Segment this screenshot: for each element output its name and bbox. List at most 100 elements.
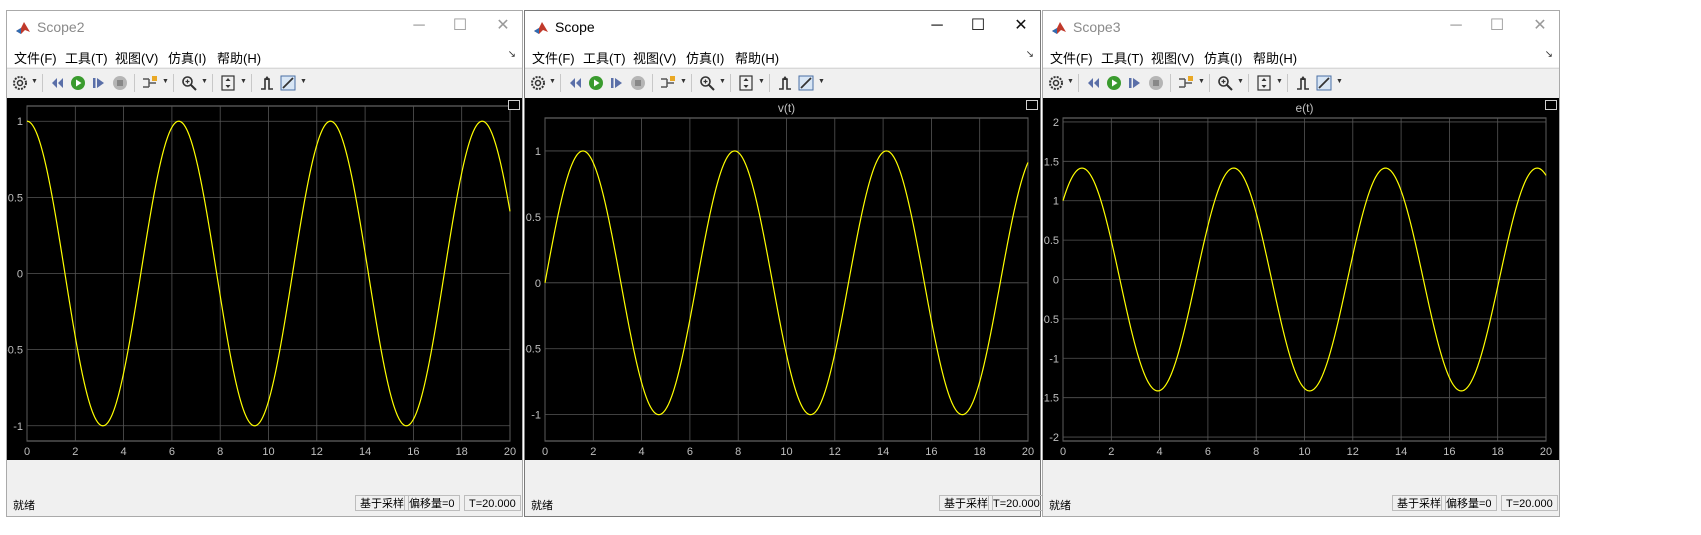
maximize-button[interactable]: ☐	[955, 11, 1001, 41]
highlight-icon[interactable]	[660, 75, 676, 91]
close-button[interactable]: ✕	[998, 11, 1044, 41]
settings-icon[interactable]	[12, 75, 28, 91]
highlight-dropdown-icon[interactable]: ▼	[162, 78, 169, 85]
step-forward-icon[interactable]	[1127, 75, 1143, 91]
highlight-icon[interactable]	[1178, 75, 1194, 91]
autoscale-dropdown-icon[interactable]: ▼	[758, 78, 765, 85]
y-tick-label: 1	[535, 146, 541, 158]
highlight-icon[interactable]	[142, 75, 158, 91]
settings-dropdown-icon[interactable]: ▼	[31, 78, 38, 85]
title-bar[interactable]: Scope ─ ☐ ✕	[525, 11, 1040, 45]
menu-file[interactable]: 文件(F)	[14, 48, 57, 67]
x-tick-label: 0	[1060, 446, 1066, 458]
minimize-button[interactable]: ─	[396, 11, 442, 41]
scope-plot[interactable]: 0 2 4 6 8 10 12 14 16 18 20 2 1.5 1 0.5 0 -0.5 -1 -1.5 -2 e(…	[1040, 98, 1559, 460]
run-icon[interactable]	[1106, 75, 1122, 91]
title-bar[interactable]: Scope2 ─ ☐ ✕	[7, 11, 522, 45]
minimize-button[interactable]: ─	[1433, 11, 1479, 41]
toolbar-overflow-icon[interactable]: ↘	[1026, 49, 1034, 60]
x-tick-label: 16	[1443, 446, 1455, 458]
autoscale-dropdown-icon[interactable]: ▼	[240, 78, 247, 85]
x-tick-label: 14	[877, 446, 889, 458]
settings-dropdown-icon[interactable]: ▼	[1067, 78, 1074, 85]
step-back-icon[interactable]	[1086, 75, 1102, 91]
run-icon[interactable]	[588, 75, 604, 91]
undock-icon[interactable]	[1026, 100, 1038, 110]
zoom-icon[interactable]	[181, 75, 197, 91]
menu-file[interactable]: 文件(F)	[1050, 48, 1093, 67]
menu-view[interactable]: 视图(V)	[115, 48, 158, 67]
measure-dropdown-icon[interactable]: ▼	[1336, 78, 1343, 85]
toolbar-separator	[173, 74, 174, 92]
step-back-icon[interactable]	[568, 75, 584, 91]
step-back-icon[interactable]	[50, 75, 66, 91]
measure-icon[interactable]	[798, 75, 814, 91]
trigger-icon[interactable]	[1295, 75, 1311, 91]
menu-file[interactable]: 文件(F)	[532, 48, 575, 67]
toolbar-separator	[691, 74, 692, 92]
autoscale-icon[interactable]	[738, 75, 754, 91]
menu-simulation[interactable]: 仿真(I)	[1204, 48, 1242, 67]
close-button[interactable]: ✕	[1517, 11, 1563, 41]
trigger-icon[interactable]	[259, 75, 275, 91]
x-tick-label: 18	[974, 446, 986, 458]
status-bar: 就绪 基于采样 偏移量=0 T=20.000	[7, 492, 522, 516]
run-icon[interactable]	[70, 75, 86, 91]
menu-tools[interactable]: 工具(T)	[583, 48, 626, 67]
autoscale-dropdown-icon[interactable]: ▼	[1276, 78, 1283, 85]
y-tick-label: 0	[1053, 275, 1059, 287]
y-tick-label: 0.5	[1044, 235, 1059, 247]
matlab-logo-icon	[1051, 20, 1067, 36]
undock-icon[interactable]	[1545, 100, 1557, 110]
scope-plot[interactable]: 0 2 4 6 8 10 12 14 16 18 20 1 0.5 0 -0.5 -1 v(t)	[522, 98, 1040, 460]
highlight-dropdown-icon[interactable]: ▼	[680, 78, 687, 85]
measure-icon[interactable]	[1316, 75, 1332, 91]
menu-view[interactable]: 视图(V)	[1151, 48, 1194, 67]
highlight-dropdown-icon[interactable]: ▼	[1198, 78, 1205, 85]
settings-icon[interactable]	[530, 75, 546, 91]
zoom-dropdown-icon[interactable]: ▼	[1237, 78, 1244, 85]
settings-dropdown-icon[interactable]: ▼	[549, 78, 556, 85]
menu-view[interactable]: 视图(V)	[633, 48, 676, 67]
y-tick-label: 1	[17, 116, 23, 128]
undock-icon[interactable]	[508, 100, 520, 110]
menu-help[interactable]: 帮助(H)	[1253, 48, 1297, 67]
step-forward-icon[interactable]	[609, 75, 625, 91]
measure-icon[interactable]	[280, 75, 296, 91]
measure-dropdown-icon[interactable]: ▼	[818, 78, 825, 85]
menu-tools[interactable]: 工具(T)	[65, 48, 108, 67]
menu-simulation[interactable]: 仿真(I)	[168, 48, 206, 67]
zoom-icon[interactable]	[1217, 75, 1233, 91]
stop-icon[interactable]	[1148, 75, 1164, 91]
menu-bar: 文件(F) 工具(T) 视图(V) 仿真(I) 帮助(H) ↘	[7, 45, 522, 67]
scope-plot[interactable]: 0 2 4 6 8 10 12 14 16 18 20 1 0.5 0 -0.5 -1	[4, 98, 522, 460]
x-tick-label: 20	[1022, 446, 1034, 458]
x-tick-label: 18	[1492, 446, 1504, 458]
toolbar-overflow-icon[interactable]: ↘	[508, 49, 516, 60]
close-button[interactable]: ✕	[480, 11, 526, 41]
x-tick-label: 2	[590, 446, 596, 458]
minimize-button[interactable]: ─	[914, 11, 960, 41]
maximize-button[interactable]: ☐	[1474, 11, 1520, 41]
stop-icon[interactable]	[112, 75, 128, 91]
stop-icon[interactable]	[630, 75, 646, 91]
title-bar[interactable]: Scope3 ─ ☐ ✕	[1043, 11, 1559, 45]
zoom-dropdown-icon[interactable]: ▼	[719, 78, 726, 85]
zoom-icon[interactable]	[699, 75, 715, 91]
menu-tools[interactable]: 工具(T)	[1101, 48, 1144, 67]
trigger-icon[interactable]	[777, 75, 793, 91]
toolbar-overflow-icon[interactable]: ↘	[1545, 49, 1553, 60]
zoom-dropdown-icon[interactable]: ▼	[201, 78, 208, 85]
step-forward-icon[interactable]	[91, 75, 107, 91]
maximize-button[interactable]: ☐	[437, 11, 483, 41]
autoscale-icon[interactable]	[220, 75, 236, 91]
measure-dropdown-icon[interactable]: ▼	[300, 78, 307, 85]
plot-area: 0 2 4 6 8 10 12 14 16 18 20 1 0.5 0 -0.5 -1	[4, 98, 522, 460]
autoscale-icon[interactable]	[1256, 75, 1272, 91]
settings-icon[interactable]	[1048, 75, 1064, 91]
menu-help[interactable]: 帮助(H)	[735, 48, 779, 67]
toolbar-separator	[212, 74, 213, 92]
y-tick-label: -2	[1049, 432, 1059, 444]
menu-simulation[interactable]: 仿真(I)	[686, 48, 724, 67]
menu-help[interactable]: 帮助(H)	[217, 48, 261, 67]
